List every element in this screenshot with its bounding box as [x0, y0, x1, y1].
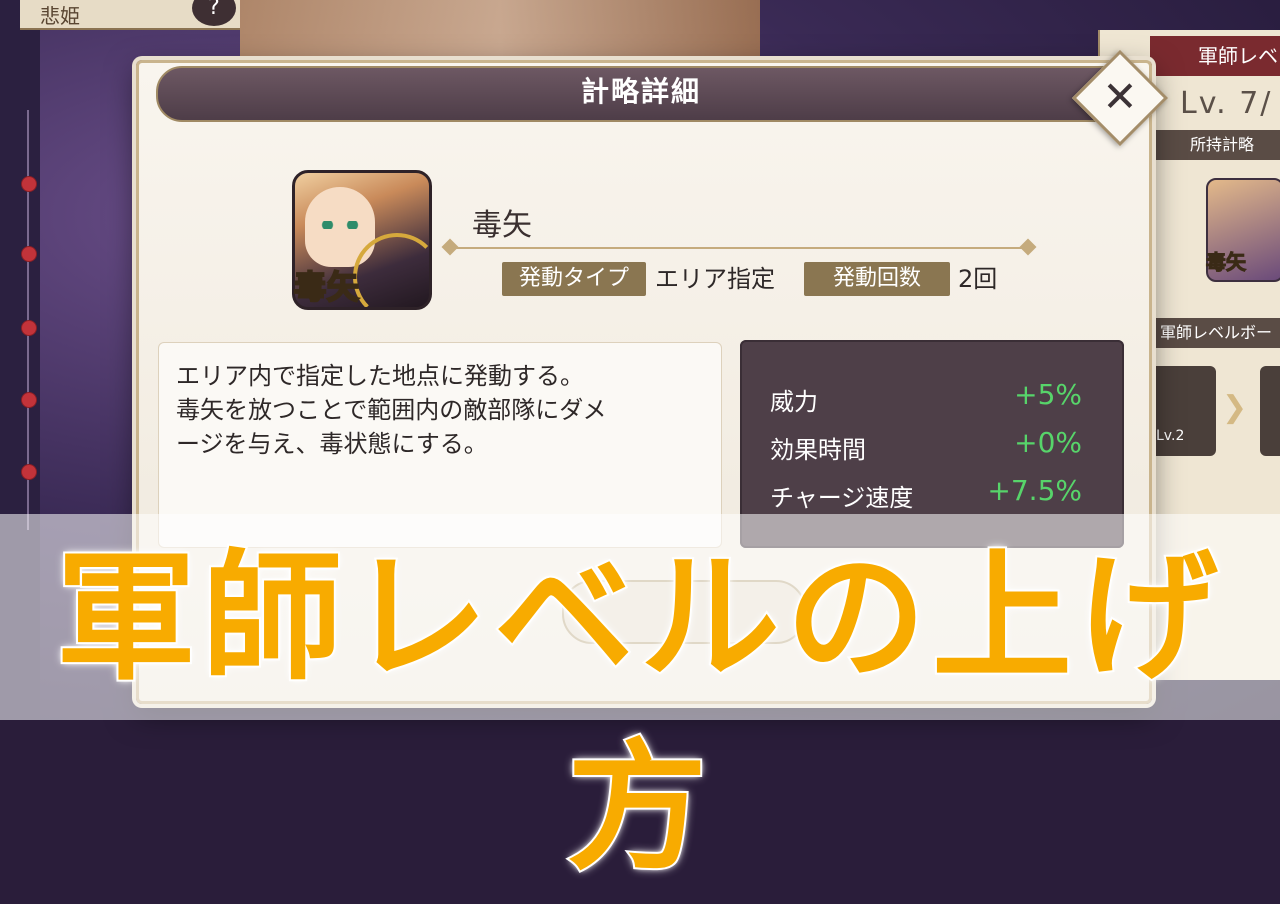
banner-title: 軍師レベルの上げ方: [54, 535, 1224, 892]
track-node: [21, 464, 37, 480]
description-line: エリア内で指定した地点に発動する。: [176, 362, 584, 390]
activation-count-value: 2回: [958, 265, 998, 293]
close-icon[interactable]: ✕: [1086, 64, 1154, 132]
bonus-slot-level: Lv.2: [1156, 428, 1185, 444]
skill-name: 毒矢: [472, 208, 532, 243]
character-eyes: [315, 221, 365, 229]
activation-count-tag: 発動回数: [804, 262, 950, 296]
track-node: [21, 392, 37, 408]
activation-type-value: エリア指定: [655, 265, 775, 293]
top-tab-label: 悲姫: [40, 4, 80, 28]
track-node: [21, 176, 37, 192]
stat-label-charge-speed: チャージ速度: [770, 484, 914, 512]
commander-level: Lv. 7/: [1180, 86, 1273, 121]
stat-value-power: +5%: [1014, 378, 1082, 411]
strategy-card-label: 毒矢: [1206, 250, 1247, 275]
stat-value-charge-speed: +7.5%: [987, 474, 1082, 507]
skill-icon-label: 毒矢: [293, 267, 361, 307]
divider: [448, 247, 1032, 249]
description-line: ージを与え、毒状態にする。: [176, 430, 488, 458]
track-node: [21, 246, 37, 262]
chevron-right-icon: ❯: [1222, 390, 1248, 425]
description-line: 毒矢を放つことで範囲内の敵部隊にダメ: [176, 396, 607, 424]
owned-strategies-header: 所持計略: [1150, 130, 1280, 160]
stat-label-duration: 効果時間: [770, 436, 866, 464]
bonus-slot[interactable]: [1260, 366, 1280, 456]
right-panel-header: 軍師レベ: [1150, 36, 1280, 76]
activation-type-tag: 発動タイプ: [502, 262, 646, 296]
track-node: [21, 320, 37, 336]
dialog-title: 計略詳細: [580, 75, 701, 108]
stat-value-duration: +0%: [1014, 426, 1082, 459]
stat-label-power: 威力: [770, 388, 818, 416]
level-bonus-header: 軍師レベルボー: [1150, 318, 1280, 348]
